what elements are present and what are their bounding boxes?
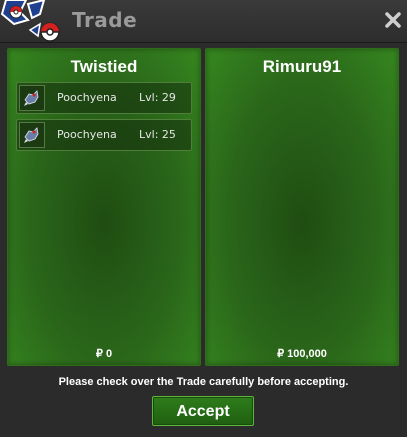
window-title: Trade [72,8,138,32]
trade-panel-self: Twistied Poochyena Lvl: 29 Poochyena Lvl… [7,48,201,366]
trade-item[interactable]: Poochyena Lvl: 29 [16,82,192,114]
money-offered: ₽ 100,000 [277,348,327,360]
player-name: Twistied [70,57,138,76]
trade-notice: Please check over the Trade carefully be… [58,376,349,388]
player-name: Rimuru91 [262,57,342,76]
item-name: Poochyena [57,128,117,141]
trade-item[interactable]: Poochyena Lvl: 25 [16,119,192,151]
pokemon-sprite-icon [19,122,45,148]
item-level: Lvl: 25 [139,128,176,141]
money-offered: ₽ 0 [95,348,113,360]
item-name: Poochyena [57,91,117,104]
pokemon-sprite-icon [19,85,45,111]
title-bar[interactable]: Trade [0,0,407,43]
trade-window: Trade Twistied Poochyena Lvl: 29 Poochye… [0,0,407,437]
item-level: Lvl: 29 [139,91,176,104]
trade-panel-partner: Rimuru91 ₽ 100,000 [205,48,399,366]
accept-button[interactable]: Accept [152,396,254,426]
close-icon[interactable] [383,10,403,30]
pokeball-logo-icon [0,0,60,42]
